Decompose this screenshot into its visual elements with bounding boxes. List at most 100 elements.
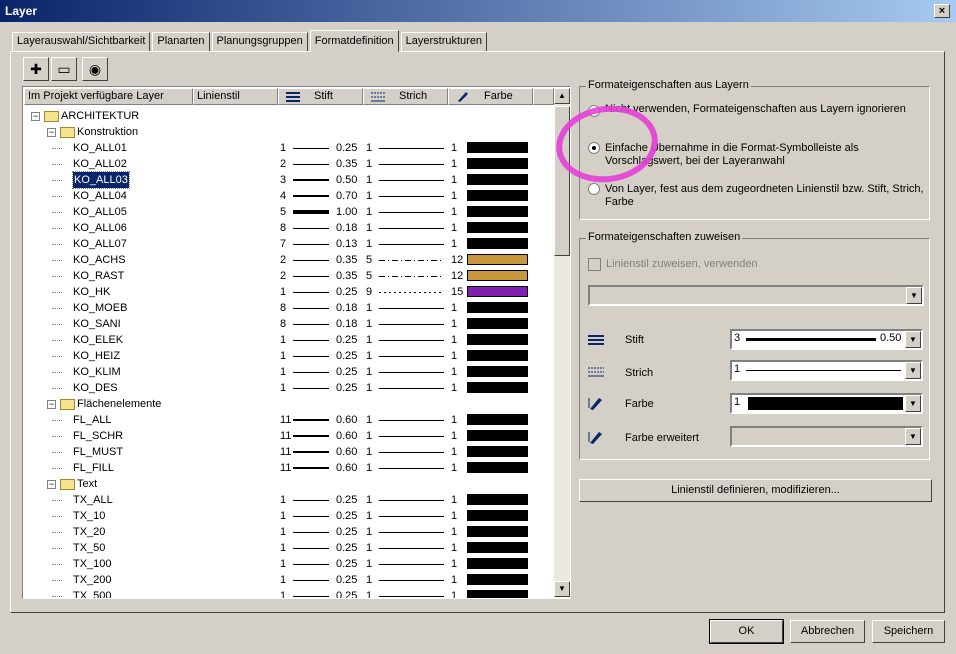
farbe-erweitert-combo[interactable]: ▼: [730, 426, 923, 447]
tree-layer-label: KO_KLIM: [73, 366, 121, 378]
pen-width: 0.35: [336, 158, 358, 170]
tree-layer-label: KO_ALL06: [73, 222, 127, 234]
linienstil-checkbox[interactable]: [588, 258, 601, 271]
tree-layer-row[interactable]: KO_RAST 2 0.35 5 12: [23, 268, 555, 284]
cancel-button[interactable]: Abbrechen: [790, 620, 865, 643]
col-header-linienstil[interactable]: Linienstil: [193, 88, 278, 105]
tree-layer-row[interactable]: FL_ALL 11 0.60 1 1: [23, 412, 555, 428]
tree-layer-row[interactable]: FL_MUST 11 0.60 1 1: [23, 444, 555, 460]
pen-width: 0.25: [336, 590, 358, 599]
pen-width: 0.25: [336, 334, 358, 346]
tree-layer-row[interactable]: KO_HEIZ 1 0.25 1 1: [23, 348, 555, 364]
find-button[interactable]: ◉: [82, 57, 108, 81]
col-header-stift[interactable]: Stift: [278, 88, 363, 105]
collapse-toggle-icon[interactable]: −: [47, 400, 56, 409]
tree-layer-row[interactable]: KO_ALL07 7 0.13 1 1: [23, 236, 555, 252]
tree-layer-row[interactable]: KO_ALL02 2 0.35 1 1: [23, 156, 555, 172]
scroll-up-button[interactable]: ▲: [554, 88, 570, 104]
chevron-down-icon[interactable]: ▼: [906, 287, 922, 304]
tree-layer-row[interactable]: KO_DES 1 0.25 1 1: [23, 380, 555, 396]
tree-layer-row[interactable]: KO_HK 1 0.25 9 15: [23, 284, 555, 300]
stift-combo[interactable]: 3 0.50 ▼: [730, 329, 923, 350]
tree-folder-row[interactable]: − Flächenelemente: [23, 396, 555, 412]
tree-layer-row[interactable]: KO_ALL04 4 0.70 1 1: [23, 188, 555, 204]
chevron-down-icon[interactable]: ▼: [905, 331, 921, 348]
tree-layer-row[interactable]: KO_SANI 8 0.18 1 1: [23, 316, 555, 332]
pen-number: 11: [280, 430, 292, 442]
tree-folder-row[interactable]: − Konstruktion: [23, 124, 555, 140]
strich-combo[interactable]: 1 ▼: [730, 360, 923, 381]
find-binoculars-icon: ◉: [88, 61, 102, 77]
tree-layer-row[interactable]: FL_SCHR 11 0.60 1 1: [23, 428, 555, 444]
title-bar: Layer ×: [0, 0, 956, 22]
tab-layerstrukturen[interactable]: Layerstrukturen: [400, 32, 488, 51]
tree-layer-label: KO_ALL07: [73, 238, 127, 250]
tree-connector: [52, 212, 62, 213]
tree-layer-row[interactable]: TX_20 1 0.25 1 1: [23, 524, 555, 540]
tree-layer-row[interactable]: TX_200 1 0.25 1 1: [23, 572, 555, 588]
stroke-number: 1: [366, 494, 373, 506]
tree-layer-row[interactable]: TX_ALL 1 0.25 1 1: [23, 492, 555, 508]
tree-layer-row[interactable]: TX_50 1 0.25 1 1: [23, 540, 555, 556]
linienstil-define-button[interactable]: Linienstil definieren, modifizieren...: [579, 479, 932, 502]
pen-number: 1: [280, 574, 287, 586]
tree-layer-row[interactable]: KO_ACHS 2 0.35 5 12: [23, 252, 555, 268]
chevron-down-icon[interactable]: ▼: [905, 362, 921, 379]
tree-layer-label: KO_MOEB: [73, 302, 128, 314]
color-number: 1: [451, 574, 458, 586]
tree-layer-row[interactable]: KO_ELEK 1 0.25 1 1: [23, 332, 555, 348]
tree-layer-row[interactable]: KO_ALL06 8 0.18 1 1: [23, 220, 555, 236]
folder-icon: [60, 127, 75, 138]
tab-planarten[interactable]: Planarten: [152, 32, 210, 51]
collapse-toggle-icon[interactable]: −: [31, 112, 40, 121]
pen-line-preview: [293, 516, 329, 517]
col-header-farbe[interactable]: Farbe: [448, 88, 533, 105]
tree-layer-row[interactable]: KO_MOEB 8 0.18 1 1: [23, 300, 555, 316]
color-swatch: [467, 350, 528, 361]
stroke-number: 1: [366, 350, 373, 362]
layer-add-button[interactable]: ✚: [23, 57, 49, 81]
pen-number: 1: [280, 526, 287, 538]
color-brush-icon: [458, 92, 468, 102]
tree-layer-row[interactable]: KO_ALL05 5 1.00 1 1: [23, 204, 555, 220]
collapse-toggle-icon[interactable]: −: [47, 128, 56, 137]
pen-width: 0.25: [336, 558, 358, 570]
tab-layerauswahl[interactable]: Layerauswahl/Sichtbarkeit: [12, 32, 151, 51]
color-swatch: [467, 430, 528, 441]
tree-layer-row[interactable]: KO_ALL01 1 0.25 1 1: [23, 140, 555, 156]
tree-connector: [52, 532, 62, 533]
col-header-strich[interactable]: Strich: [363, 88, 448, 105]
scroll-down-button[interactable]: ▼: [554, 581, 570, 597]
linienstil-combo[interactable]: ▼: [588, 285, 924, 306]
tree-layer-row[interactable]: TX_100 1 0.25 1 1: [23, 556, 555, 572]
layer-tree[interactable]: Im Projekt verfügbare Layer Linienstil S…: [22, 86, 571, 599]
tree-connector: [52, 244, 62, 245]
tree-layer-row[interactable]: TX_500 1 0.25 1 1: [23, 588, 555, 599]
tree-layer-row[interactable]: KO_ALL03 3 0.50 1 1: [23, 171, 555, 189]
radio-from-layer[interactable]: [588, 183, 600, 195]
tree-layer-row[interactable]: TX_10 1 0.25 1 1: [23, 508, 555, 524]
col-header-layer[interactable]: Im Projekt verfügbare Layer: [24, 88, 193, 105]
chevron-down-icon[interactable]: ▼: [905, 428, 921, 445]
tree-folder-row[interactable]: − Text: [23, 476, 555, 492]
tree-connector: [52, 196, 62, 197]
close-button[interactable]: ×: [934, 4, 950, 18]
tree-layer-row[interactable]: FL_FILL 11 0.60 1 1: [23, 460, 555, 476]
tree-layer-row[interactable]: KO_KLIM 1 0.25 1 1: [23, 364, 555, 380]
collapse-toggle-icon[interactable]: −: [47, 480, 56, 489]
radio-from-layer-label: Von Layer, fest aus dem zugeordneten Lin…: [605, 183, 924, 208]
pen-width: 0.35: [336, 254, 358, 266]
save-button[interactable]: Speichern: [872, 620, 945, 643]
stroke-number: 1: [366, 462, 373, 474]
color-swatch: [467, 158, 528, 169]
color-brush-icon: [588, 398, 602, 410]
folder-icon: [60, 399, 75, 410]
color-swatch: [467, 526, 528, 537]
chevron-down-icon[interactable]: ▼: [905, 395, 921, 412]
layer-remove-button[interactable]: ▭: [51, 57, 77, 81]
farbe-combo[interactable]: 1 ▼: [730, 393, 923, 414]
tab-formatdefinition[interactable]: Formatdefinition: [309, 30, 399, 52]
tree-folder-row[interactable]: − ARCHITEKTUR: [23, 108, 555, 124]
tab-planungsgruppen[interactable]: Planungsgruppen: [211, 32, 308, 51]
ok-button[interactable]: OK: [709, 619, 784, 644]
